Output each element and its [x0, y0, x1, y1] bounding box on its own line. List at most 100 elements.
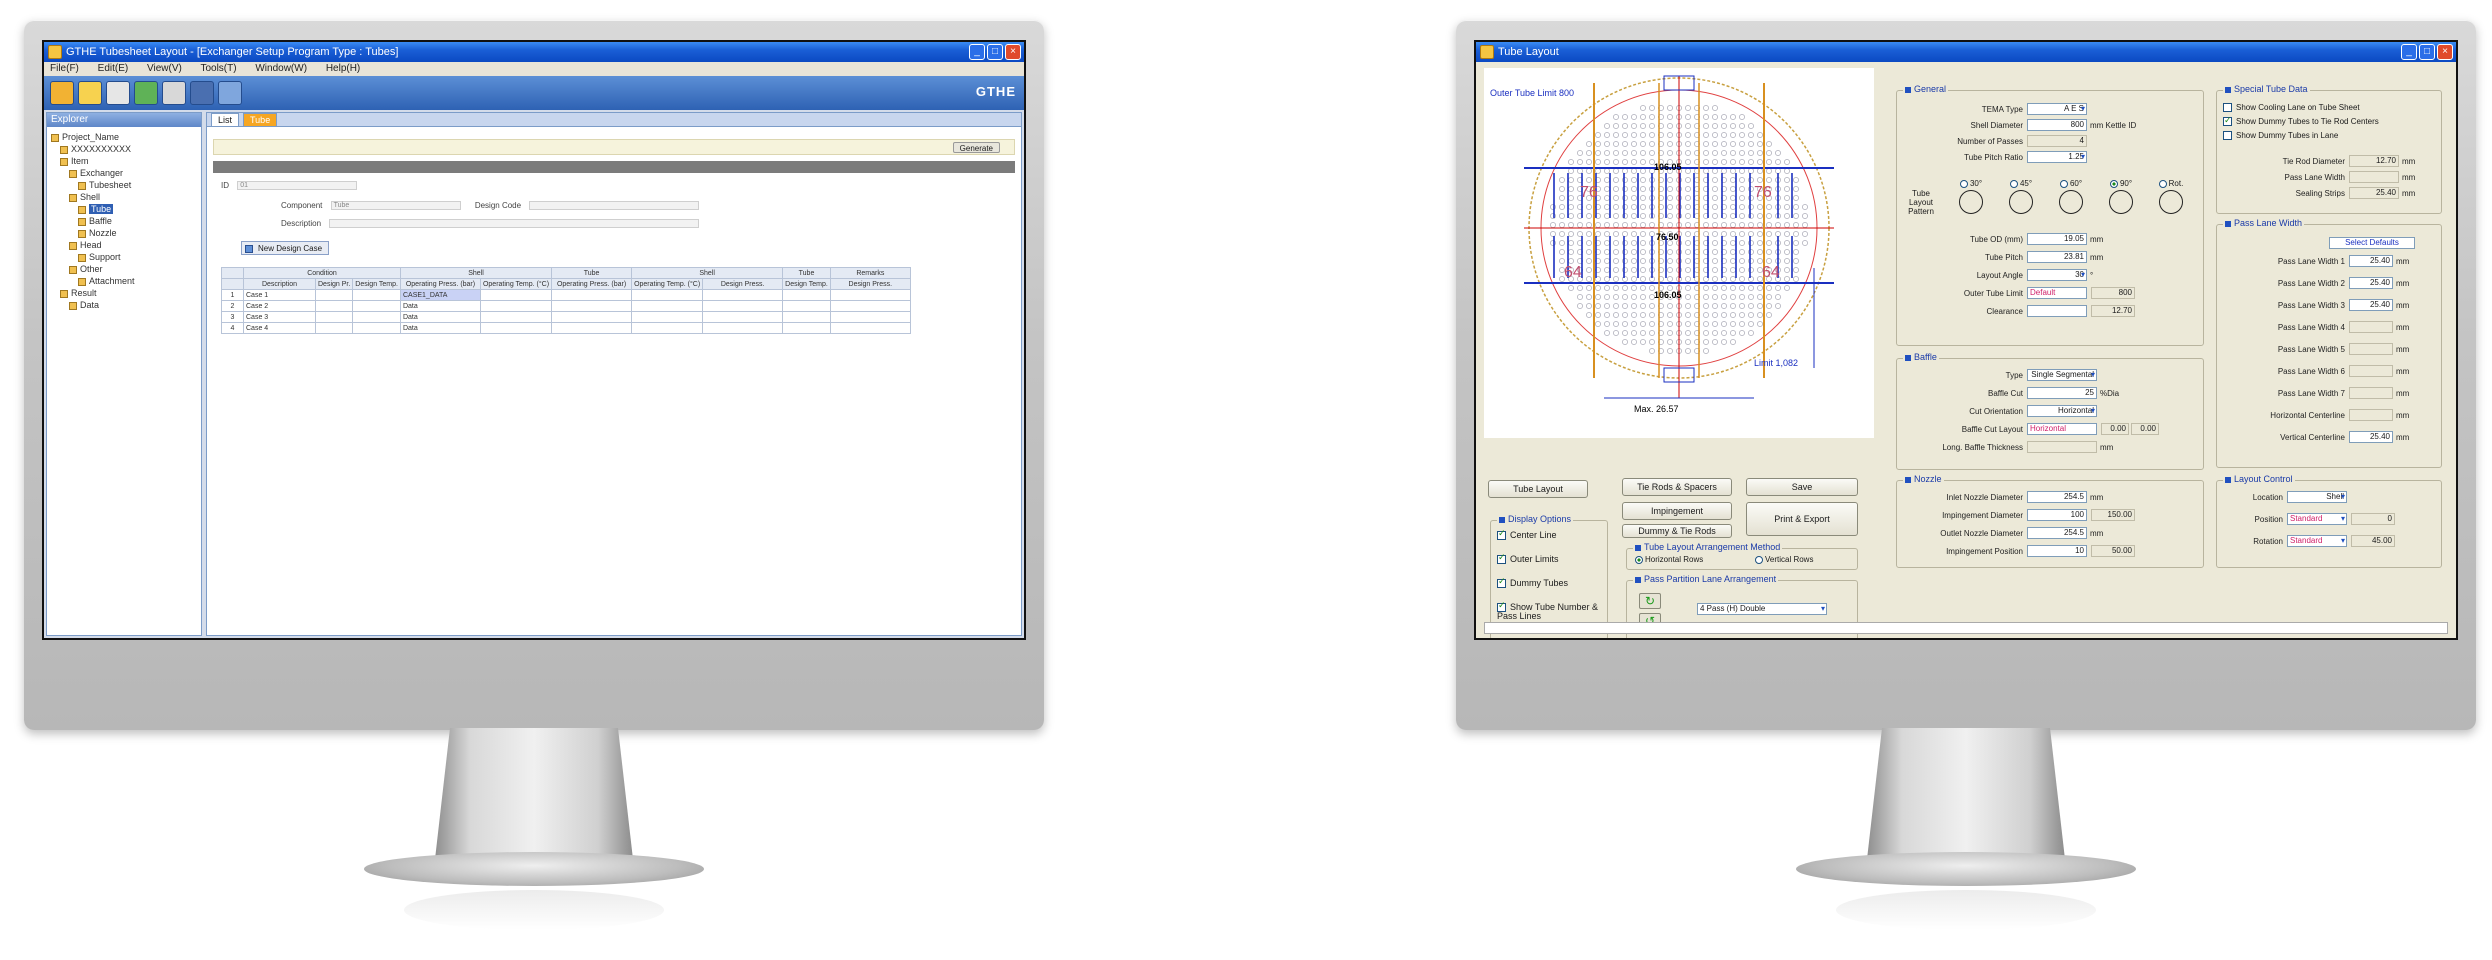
table-cell[interactable]	[782, 289, 831, 301]
new-design-case-button[interactable]: New Design Case	[241, 241, 330, 255]
table-cell[interactable]	[829, 311, 911, 323]
field-value[interactable]: 25	[2027, 387, 2097, 399]
column-header[interactable]: Design Press.	[829, 278, 911, 290]
column-header[interactable]: Description	[243, 278, 316, 290]
tree-item[interactable]: Support	[47, 251, 201, 263]
table-cell[interactable]	[551, 289, 633, 301]
field-value[interactable]: 10	[2027, 545, 2087, 557]
pattern-option[interactable]: 60°	[2049, 179, 2093, 219]
field-value[interactable]	[2027, 305, 2087, 317]
case-description[interactable]: Case 4	[243, 322, 316, 334]
table-cell[interactable]	[829, 322, 911, 334]
field-value[interactable]: 25.40	[2349, 187, 2399, 199]
field-value[interactable]	[2349, 365, 2393, 377]
tab-tube[interactable]: Tube	[243, 113, 278, 126]
table-cell[interactable]	[631, 322, 704, 334]
case-value[interactable]: Data	[399, 300, 481, 312]
close-icon[interactable]: ×	[1005, 44, 1021, 60]
case-description[interactable]: Case 1	[243, 289, 316, 301]
field-value[interactable]	[2349, 171, 2399, 183]
table-cell[interactable]	[352, 311, 401, 323]
refresh-up-icon[interactable]: ↻	[1639, 593, 1661, 609]
field-value[interactable]: Shell	[2287, 491, 2347, 503]
tree-item[interactable]: Project_Name	[47, 131, 201, 143]
field-value[interactable]: 30	[2027, 269, 2087, 281]
table-row[interactable]: 3 Case 3 Data	[221, 311, 911, 323]
display-option-checkbox[interactable]: Center Line	[1497, 529, 1603, 541]
special-checkbox[interactable]: Show Dummy Tubes to Tie Rod Centers	[2223, 115, 2379, 127]
case-description[interactable]: Case 2	[243, 300, 316, 312]
display-option-checkbox[interactable]: Show Tube Number & Pass Lines	[1497, 601, 1603, 621]
case-value[interactable]: CASE1_DATA	[399, 289, 481, 301]
pattern-option[interactable]: 45°	[1999, 179, 2043, 219]
save-button[interactable]: Save	[1746, 478, 1858, 496]
settings-icon[interactable]	[218, 81, 242, 105]
table-cell[interactable]	[702, 311, 784, 323]
tree-item[interactable]: Nozzle	[47, 227, 201, 239]
table-row[interactable]: 2 Case 2 Data	[221, 300, 911, 312]
field-value[interactable]: 25.40	[2349, 431, 2393, 443]
field-value[interactable]: Horizontal	[2027, 405, 2097, 417]
field-value[interactable]	[2027, 441, 2097, 453]
field-value[interactable]	[2349, 321, 2393, 333]
chart-icon[interactable]	[134, 81, 158, 105]
column-header[interactable]: Design Temp.	[782, 278, 831, 290]
impingement-button[interactable]: Impingement	[1622, 502, 1732, 520]
table-cell[interactable]	[314, 300, 354, 312]
table-cell[interactable]	[829, 289, 911, 301]
menu-edit[interactable]: Edit(E)	[98, 63, 129, 74]
menu-window[interactable]: Window(W)	[255, 63, 307, 74]
print-export-button[interactable]: Print & Export	[1746, 502, 1858, 536]
column-header[interactable]: Operating Temp. (°C)	[631, 278, 704, 290]
field-value[interactable]: Standard	[2287, 535, 2347, 547]
minimize-icon[interactable]: _	[969, 44, 985, 60]
print-icon[interactable]	[162, 81, 186, 105]
field-value[interactable]: 254.5	[2027, 491, 2087, 503]
save-icon[interactable]	[190, 81, 214, 105]
generate-button[interactable]: Generate	[952, 142, 1000, 153]
select-defaults-button[interactable]: Select Defaults	[2329, 237, 2415, 249]
tree-item[interactable]: Other	[47, 263, 201, 275]
field-value[interactable]: 25.40	[2349, 299, 2393, 311]
pass-partition-select[interactable]: 4 Pass (H) Double	[1697, 603, 1827, 615]
window-titlebar[interactable]: Tube Layout _ □ ×	[1476, 42, 2456, 62]
pattern-option[interactable]: 90°	[2099, 179, 2143, 219]
maximize-icon[interactable]: □	[987, 44, 1003, 60]
column-header[interactable]: Operating Press. (bar)	[551, 278, 633, 290]
table-cell[interactable]	[314, 289, 354, 301]
field-value[interactable]	[2349, 387, 2393, 399]
open-icon[interactable]	[78, 81, 102, 105]
tree-item[interactable]: XXXXXXXXXX	[47, 143, 201, 155]
radio-vertical-rows[interactable]: Vertical Rows	[1755, 555, 1813, 564]
tree-item[interactable]: Result	[47, 287, 201, 299]
field-value[interactable]: 25.40	[2349, 277, 2393, 289]
field-value[interactable]: 1.25	[2027, 151, 2087, 163]
menu-tools[interactable]: Tools(T)	[200, 63, 236, 74]
field-value[interactable]: Single Segmental	[2027, 369, 2097, 381]
table-cell[interactable]	[551, 300, 633, 312]
doc-icon[interactable]	[106, 81, 130, 105]
tree-item[interactable]: Data	[47, 299, 201, 311]
field-value[interactable]: Standard	[2287, 513, 2347, 525]
field-value[interactable]: 25.40	[2349, 255, 2393, 267]
table-row[interactable]: 1 Case 1 CASE1_DATA	[221, 289, 911, 301]
minimize-icon[interactable]: _	[2401, 44, 2417, 60]
field-value[interactable]: Default	[2027, 287, 2087, 299]
display-option-checkbox[interactable]: Outer Limits	[1497, 553, 1603, 565]
dummy-tubes-button[interactable]: Dummy & Tie Rods	[1622, 524, 1732, 538]
id-field[interactable]: 01	[237, 181, 358, 191]
table-cell[interactable]	[352, 322, 401, 334]
tree-item[interactable]: Shell	[47, 191, 201, 203]
table-cell[interactable]	[352, 300, 401, 312]
pattern-option[interactable]: Rot.	[2149, 179, 2193, 219]
table-cell[interactable]	[551, 311, 633, 323]
tree-item[interactable]: Attachment	[47, 275, 201, 287]
column-header[interactable]: Operating Press. (bar)	[399, 278, 481, 290]
field-value[interactable]: Horizontal	[2027, 423, 2097, 435]
table-cell[interactable]	[631, 289, 704, 301]
tree-item[interactable]: Tubesheet	[47, 179, 201, 191]
field-value[interactable]: 23.81	[2027, 251, 2087, 263]
new-icon[interactable]	[50, 81, 74, 105]
column-header[interactable]: Operating Temp. (°C)	[479, 278, 553, 290]
table-cell[interactable]	[479, 322, 553, 334]
